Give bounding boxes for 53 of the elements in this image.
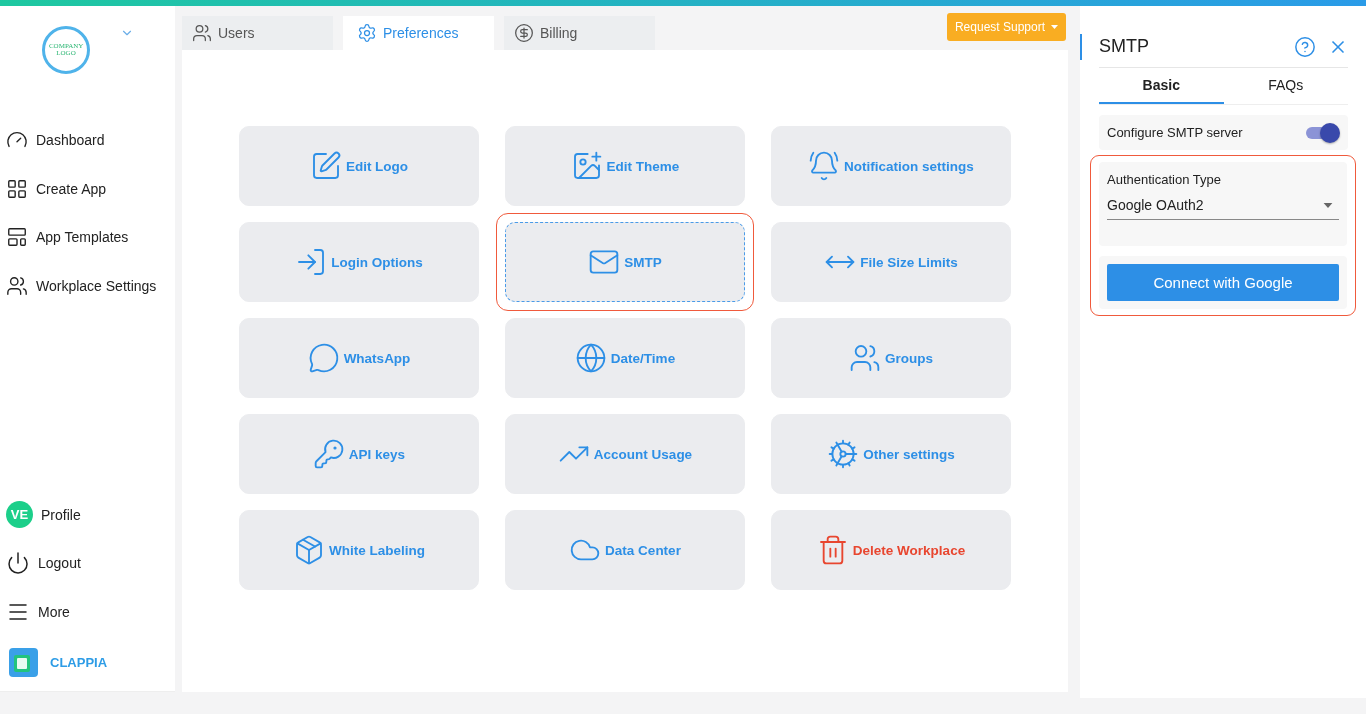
request-support-button[interactable]: Request Support	[946, 13, 1066, 41]
tab[interactable]: Billing	[504, 16, 655, 50]
settings-tile[interactable]: Login Options	[239, 222, 479, 302]
settings-tile[interactable]: Data Center	[505, 510, 745, 590]
panel-tab[interactable]: Basic	[1099, 68, 1224, 104]
tab[interactable]: Users	[182, 16, 333, 50]
settings-tile[interactable]: Account Usage	[505, 414, 745, 494]
globe-icon	[574, 342, 607, 374]
settings-tile[interactable]: Notification settings	[771, 126, 1011, 206]
avatar: VE	[6, 501, 33, 529]
brand-name: CLAPPIA	[50, 655, 108, 670]
box-icon	[293, 534, 325, 566]
caret-icon	[1323, 202, 1333, 208]
settings-tile[interactable]: SMTP	[505, 222, 745, 302]
gear-icon	[357, 23, 377, 43]
gear-icon	[827, 438, 860, 470]
help-icon[interactable]	[1294, 35, 1316, 58]
sidebar-item[interactable]: Logout	[0, 539, 175, 588]
settings-tile[interactable]: API keys	[239, 414, 479, 494]
key-icon	[312, 438, 345, 470]
users-icon	[192, 23, 212, 43]
sidebar-item[interactable]: App Templates	[0, 213, 175, 262]
toggle-switch[interactable]	[1304, 122, 1340, 143]
users-icon	[6, 274, 28, 297]
sidebar-item[interactable]: Create App	[0, 164, 175, 213]
toggle-label: Configure SMTP server	[1107, 125, 1243, 140]
settings-tile[interactable]: Groups	[771, 318, 1011, 398]
tab[interactable]: Preferences	[343, 16, 494, 50]
panel-title: SMTP	[1099, 36, 1150, 57]
profile-item[interactable]: VE Profile	[0, 490, 175, 539]
field-label: Authentication Type	[1107, 172, 1222, 187]
settings-tile[interactable]: WhatsApp	[239, 318, 479, 398]
connect-google-button[interactable]: Connect with Google	[1107, 264, 1339, 301]
panel-tab[interactable]: FAQs	[1223, 68, 1348, 104]
app-logo-icon	[9, 648, 38, 677]
settings-tile[interactable]: Date/Time	[505, 318, 745, 398]
settings-tile[interactable]: Other settings	[771, 414, 1011, 494]
settings-tile[interactable]: Edit Theme	[505, 126, 745, 206]
dollar-icon	[514, 23, 534, 43]
users-icon	[849, 342, 881, 374]
bell-icon	[808, 150, 841, 182]
settings-tile[interactable]: Edit Logo	[239, 126, 479, 206]
settings-tile[interactable]: White Labeling	[239, 510, 479, 590]
sidebar-item[interactable]: Workplace Settings	[0, 261, 175, 310]
settings-tile[interactable]: File Size Limits	[771, 222, 1011, 302]
power-icon	[6, 551, 30, 576]
settings-tile[interactable]: Delete Workplace	[771, 510, 1011, 590]
template-icon	[6, 226, 28, 249]
sidebar-item[interactable]: Dashboard	[0, 116, 175, 165]
caret-icon	[1051, 25, 1058, 29]
chat-bubble-icon	[307, 342, 340, 374]
sidebar-item[interactable]: More	[0, 587, 175, 636]
auth-type-select[interactable]: Google OAuth2	[1107, 197, 1339, 220]
